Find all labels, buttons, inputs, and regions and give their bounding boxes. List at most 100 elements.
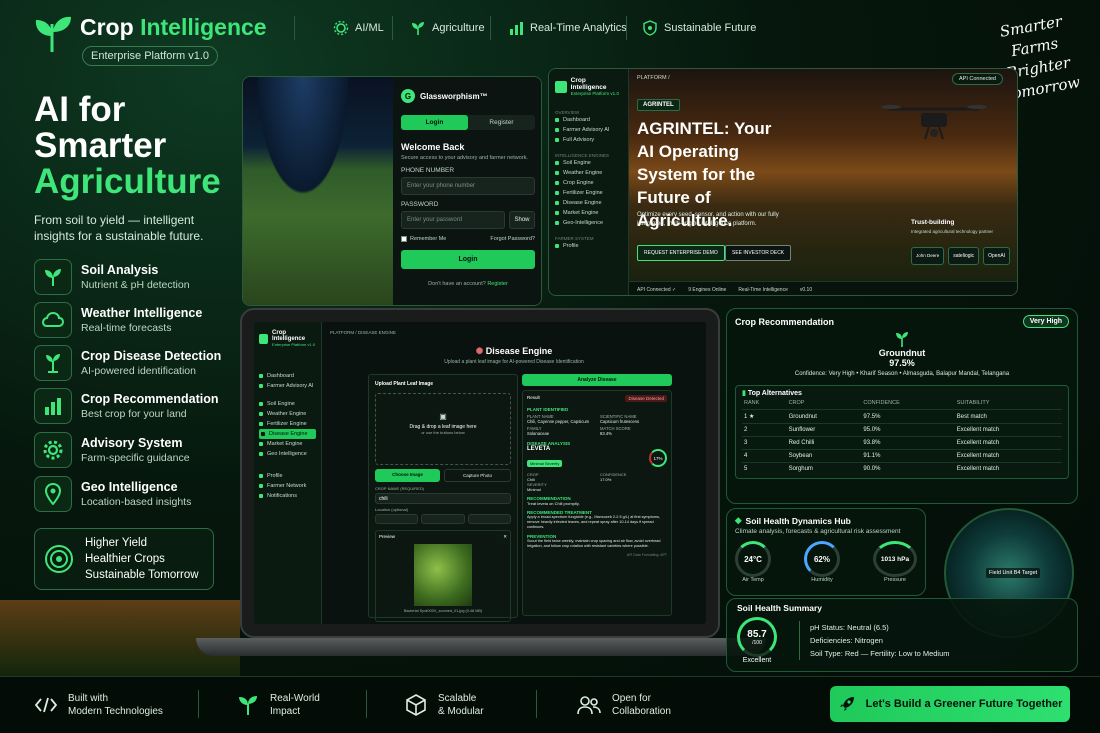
badge-scalable: Scalable & Modular bbox=[404, 692, 484, 718]
capture-photo-button[interactable]: Capture Photo bbox=[444, 469, 511, 482]
nav-agriculture[interactable]: Agriculture bbox=[410, 20, 485, 36]
nav-ai-ml[interactable]: AI/ML bbox=[333, 20, 384, 36]
cta-button[interactable]: Let's Build a Greener Future Together bbox=[830, 686, 1070, 722]
sidebar-item-crop[interactable]: Crop Engine bbox=[555, 178, 622, 188]
badge-collaboration: Open for Collaboration bbox=[576, 692, 671, 718]
api-status-badge: API Connected bbox=[952, 73, 1003, 85]
cube-icon bbox=[404, 693, 428, 717]
login-brand: G Glassworphism™ bbox=[401, 89, 535, 103]
phone-label: PHONE NUMBER bbox=[401, 167, 455, 174]
tab-login[interactable]: Login bbox=[401, 115, 468, 130]
recommended-crop: Groundnut bbox=[878, 348, 926, 358]
state-input[interactable] bbox=[467, 514, 511, 524]
register-prompt: Don't have an account? Register bbox=[428, 281, 508, 287]
badge-real-world: Real-World Impact bbox=[236, 692, 320, 718]
forgot-password-link[interactable]: Forgot Password? bbox=[490, 236, 535, 242]
village-input[interactable] bbox=[375, 514, 419, 524]
pin-icon bbox=[34, 476, 72, 512]
register-link[interactable]: Register bbox=[487, 281, 507, 287]
soil-summary-details: pH Status: Neutral (6.5) Deficiencies: Ni… bbox=[799, 621, 950, 660]
welcome-heading: Welcome Back bbox=[401, 142, 465, 152]
choose-image-button[interactable]: Choose Image bbox=[375, 469, 440, 482]
humidity-metric: 62% Humidity bbox=[804, 541, 840, 583]
laptop-nav-network[interactable]: Farmer Network bbox=[259, 481, 316, 491]
laptop-nav-disease[interactable]: Disease Engine bbox=[259, 429, 316, 439]
password-input[interactable]: Enter your password bbox=[401, 211, 505, 229]
dashboard-status-bar: API Connected ✓ 9 Engines Online Real-Time… bbox=[629, 281, 1017, 295]
air-temp-metric: 24°C Air Temp bbox=[735, 541, 771, 583]
feature-crop-recommendation: Crop Recommendation Best crop for your la… bbox=[34, 388, 219, 424]
code-icon bbox=[34, 696, 58, 714]
dropzone[interactable]: ▣ Drag & drop a leaf image here or use t… bbox=[375, 393, 511, 465]
sidebar-item-disease[interactable]: Disease Engine bbox=[555, 198, 622, 208]
sidebar-item-dashboard[interactable]: Dashboard bbox=[555, 115, 622, 125]
soil-summary-title: Soil Health Summary bbox=[737, 603, 823, 613]
sidebar-item-weather[interactable]: Weather Engine bbox=[555, 168, 622, 178]
sidebar-item-full-advisory[interactable]: Full Advisory bbox=[555, 135, 622, 145]
sidebar-item-profile[interactable]: Profile bbox=[555, 241, 622, 251]
disease-engine-subtitle: Upload a plant leaf image for AI-powered… bbox=[444, 359, 584, 365]
laptop-nav-weather[interactable]: Weather Engine bbox=[259, 409, 316, 419]
nav-sustainable[interactable]: Sustainable Future bbox=[642, 20, 756, 36]
gear-icon bbox=[34, 432, 72, 468]
disease-engine-screen: Crop Intelligence Enterprise Platform v1.… bbox=[254, 322, 706, 624]
sidebar-item-farmer-advisory[interactable]: Farmer Advisory AI bbox=[555, 125, 622, 135]
soil-summary-card: Soil Health Summary 85.7/100 Excellent p… bbox=[726, 598, 1078, 672]
table-row: 2 Sunflower 95.0% Excellent match bbox=[742, 423, 1062, 437]
district-input[interactable] bbox=[421, 514, 465, 524]
request-demo-button[interactable]: REQUEST ENTERPRISE DEMO bbox=[637, 245, 725, 261]
sidebar-item-geo[interactable]: Geo-Intelligence bbox=[555, 218, 622, 228]
sprout-icon bbox=[735, 330, 1069, 348]
laptop-nav-advisory[interactable]: Farmer Advisory AI bbox=[259, 381, 316, 391]
disease-detected-badge: Disease Detected bbox=[625, 395, 667, 402]
laptop-nav-notifications[interactable]: Notifications bbox=[259, 491, 316, 501]
investor-deck-button[interactable]: SEE INVESTOR DECK bbox=[725, 245, 792, 261]
sidebar-item-market[interactable]: Market Engine bbox=[555, 208, 622, 218]
leaf-logo-icon bbox=[32, 14, 74, 54]
laptop-nav-soil[interactable]: Soil Engine bbox=[259, 399, 316, 409]
analyze-disease-button[interactable]: Analyze Disease bbox=[522, 374, 672, 386]
people-icon bbox=[576, 694, 602, 716]
nav-analytics[interactable]: Real-Time Analytics bbox=[508, 20, 627, 36]
virus-icon: ✺ bbox=[475, 346, 484, 356]
close-icon[interactable]: ✕ bbox=[503, 534, 507, 540]
pressure-metric: 1013 hPa Pressure bbox=[873, 541, 917, 583]
feature-geo: Geo Intelligence Location-based insights bbox=[34, 476, 191, 512]
laptop-nav-geo[interactable]: Geo Intelligence bbox=[259, 449, 316, 459]
trust-heading: Trust-building bbox=[911, 219, 955, 226]
laptop-nav-dashboard[interactable]: Dashboard bbox=[259, 371, 316, 381]
badge-modern-tech: Built with Modern Technologies bbox=[34, 692, 163, 718]
dashboard-sidebar: Crop Intelligence Enterprise Platform v1.… bbox=[549, 69, 629, 295]
sprout-icon bbox=[410, 20, 426, 36]
confidence-ring: 17% bbox=[649, 449, 667, 467]
login-button[interactable]: Login bbox=[401, 250, 535, 269]
alternatives-title: ▮ Top Alternatives bbox=[742, 390, 802, 397]
chat-icon: ◆ bbox=[735, 515, 742, 525]
dashboard-panel: Crop Intelligence Enterprise Platform v1.… bbox=[548, 68, 1018, 296]
confidence-badge: Very High bbox=[1022, 315, 1069, 328]
crop-recommendation-card: Crop Recommendation Very High Groundnut … bbox=[726, 308, 1078, 504]
brand-title: Crop Intelligence bbox=[80, 14, 267, 40]
recommended-crop-pct: 97.5% bbox=[889, 358, 915, 368]
soil-score: 85.7/100 Excellent bbox=[737, 617, 777, 664]
table-row: 1 ★ Groundnut 97.5% Best match bbox=[742, 409, 1062, 424]
phone-input[interactable]: Enter your phone number bbox=[401, 177, 535, 195]
sidebar-item-soil[interactable]: Soil Engine bbox=[555, 158, 622, 168]
laptop-nav-profile[interactable]: Profile bbox=[259, 471, 316, 481]
shield-leaf-icon bbox=[642, 20, 658, 36]
laptop-nav-fertilizer[interactable]: Fertilizer Engine bbox=[259, 419, 316, 429]
crop-rec-title: Crop Recommendation bbox=[735, 316, 835, 327]
logo-icon bbox=[555, 80, 567, 93]
laptop-nav-market[interactable]: Market Engine bbox=[259, 439, 316, 449]
show-password-button[interactable]: Show bbox=[509, 211, 535, 229]
crop-rec-details: Confidence: Very High • Kharif Season • … bbox=[794, 371, 1010, 377]
sidebar-item-fertilizer[interactable]: Fertilizer Engine bbox=[555, 188, 622, 198]
bar-chart-icon bbox=[508, 20, 524, 36]
laptop-mockup: Crop Intelligence Enterprise Platform v1.… bbox=[240, 308, 720, 638]
welcome-sub: Secure access to your advisory and farme… bbox=[401, 155, 528, 161]
hero-subtitle: From soil to yield — intelligent insight… bbox=[34, 213, 204, 243]
remember-checkbox[interactable]: Remember Me bbox=[401, 236, 446, 242]
crop-name-input[interactable]: chili bbox=[375, 493, 511, 504]
target-icon bbox=[43, 543, 75, 575]
tab-register[interactable]: Register bbox=[468, 115, 535, 130]
